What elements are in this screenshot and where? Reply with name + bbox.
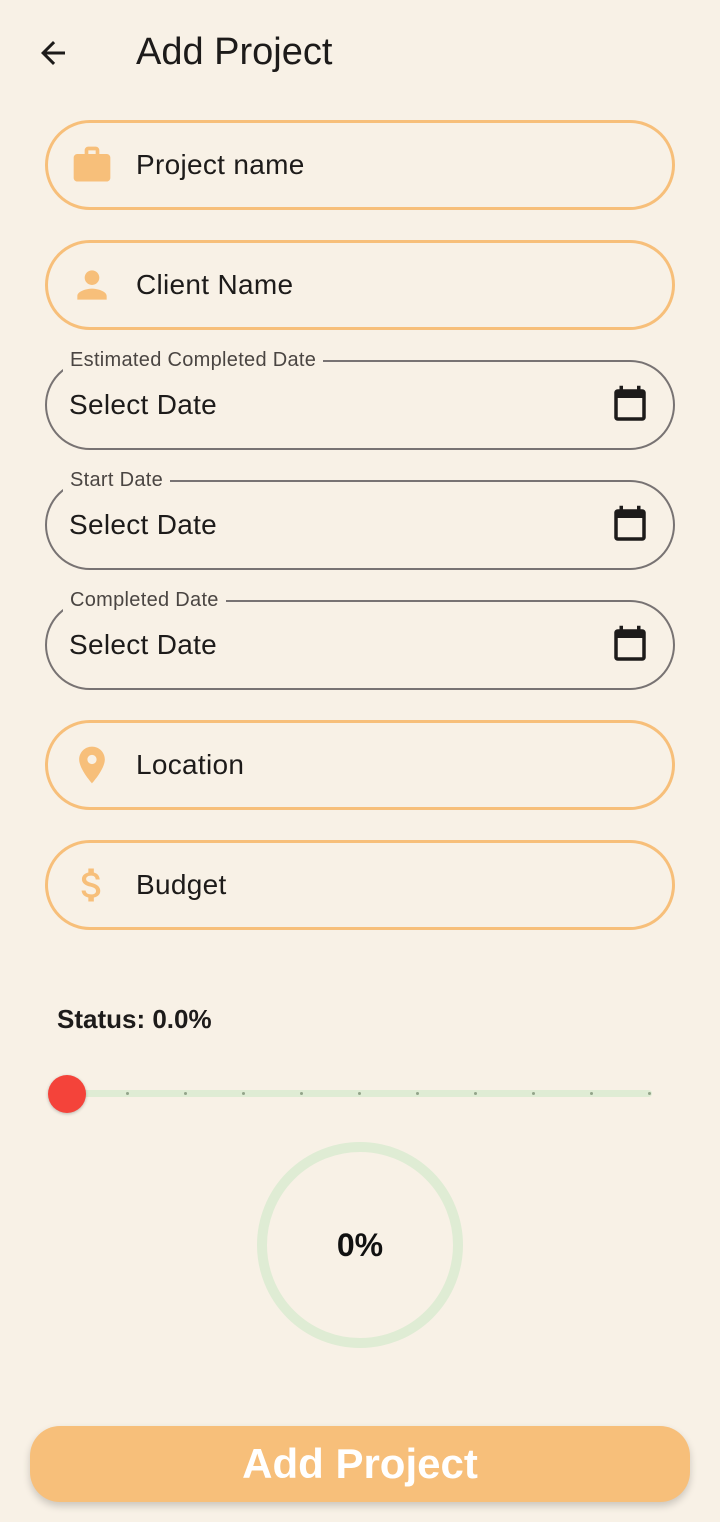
arrow-back-icon bbox=[41, 41, 65, 65]
calendar-icon[interactable] bbox=[609, 384, 651, 426]
start-date-value: Select Date bbox=[69, 509, 218, 540]
start-date-label: Start Date bbox=[63, 468, 171, 492]
budget-placeholder: Budget bbox=[136, 869, 227, 900]
slider-tick bbox=[358, 1092, 361, 1095]
slider-tick bbox=[590, 1092, 593, 1095]
completed-date-field[interactable]: Completed Date Select Date bbox=[45, 588, 675, 690]
project-name-field[interactable]: Project name bbox=[45, 120, 675, 210]
dollar-icon bbox=[68, 861, 116, 909]
slider-tick bbox=[532, 1092, 535, 1095]
person-icon bbox=[68, 261, 116, 309]
budget-field[interactable]: Budget bbox=[45, 840, 675, 930]
estimated-completed-date-value: Select Date bbox=[69, 389, 218, 420]
slider-tick bbox=[300, 1092, 303, 1095]
slider-tick bbox=[474, 1092, 477, 1095]
slider-tick bbox=[416, 1092, 419, 1095]
calendar-icon[interactable] bbox=[609, 624, 651, 666]
location-field[interactable]: Location bbox=[45, 720, 675, 810]
back-button[interactable] bbox=[28, 28, 78, 78]
project-name-placeholder: Project name bbox=[136, 149, 305, 180]
progress-percent: 0% bbox=[336, 1226, 384, 1263]
slider-thumb[interactable] bbox=[48, 1075, 86, 1113]
slider-tick bbox=[126, 1092, 129, 1095]
add-project-button[interactable]: Add Project bbox=[30, 1426, 690, 1502]
page-title: Add Project bbox=[136, 31, 333, 73]
start-date-field[interactable]: Start Date Select Date bbox=[45, 468, 675, 570]
client-name-field[interactable]: Client Name bbox=[45, 240, 675, 330]
location-placeholder: Location bbox=[136, 749, 245, 780]
completed-date-label: Completed Date bbox=[63, 588, 226, 612]
completed-date-value: Select Date bbox=[69, 629, 218, 660]
location-pin-icon bbox=[68, 741, 116, 789]
estimated-completed-date-label: Estimated Completed Date bbox=[63, 348, 324, 372]
status-slider[interactable] bbox=[48, 1074, 660, 1114]
calendar-icon[interactable] bbox=[609, 504, 651, 546]
briefcase-icon bbox=[68, 141, 116, 189]
app-bar: Add Project bbox=[0, 0, 720, 104]
estimated-completed-date-field[interactable]: Estimated Completed Date Select Date bbox=[45, 348, 675, 450]
status-label: Status: 0.0% bbox=[57, 1004, 212, 1034]
client-name-placeholder: Client Name bbox=[136, 269, 294, 300]
slider-tick bbox=[648, 1092, 651, 1095]
slider-tick bbox=[242, 1092, 245, 1095]
slider-tick bbox=[184, 1092, 187, 1095]
